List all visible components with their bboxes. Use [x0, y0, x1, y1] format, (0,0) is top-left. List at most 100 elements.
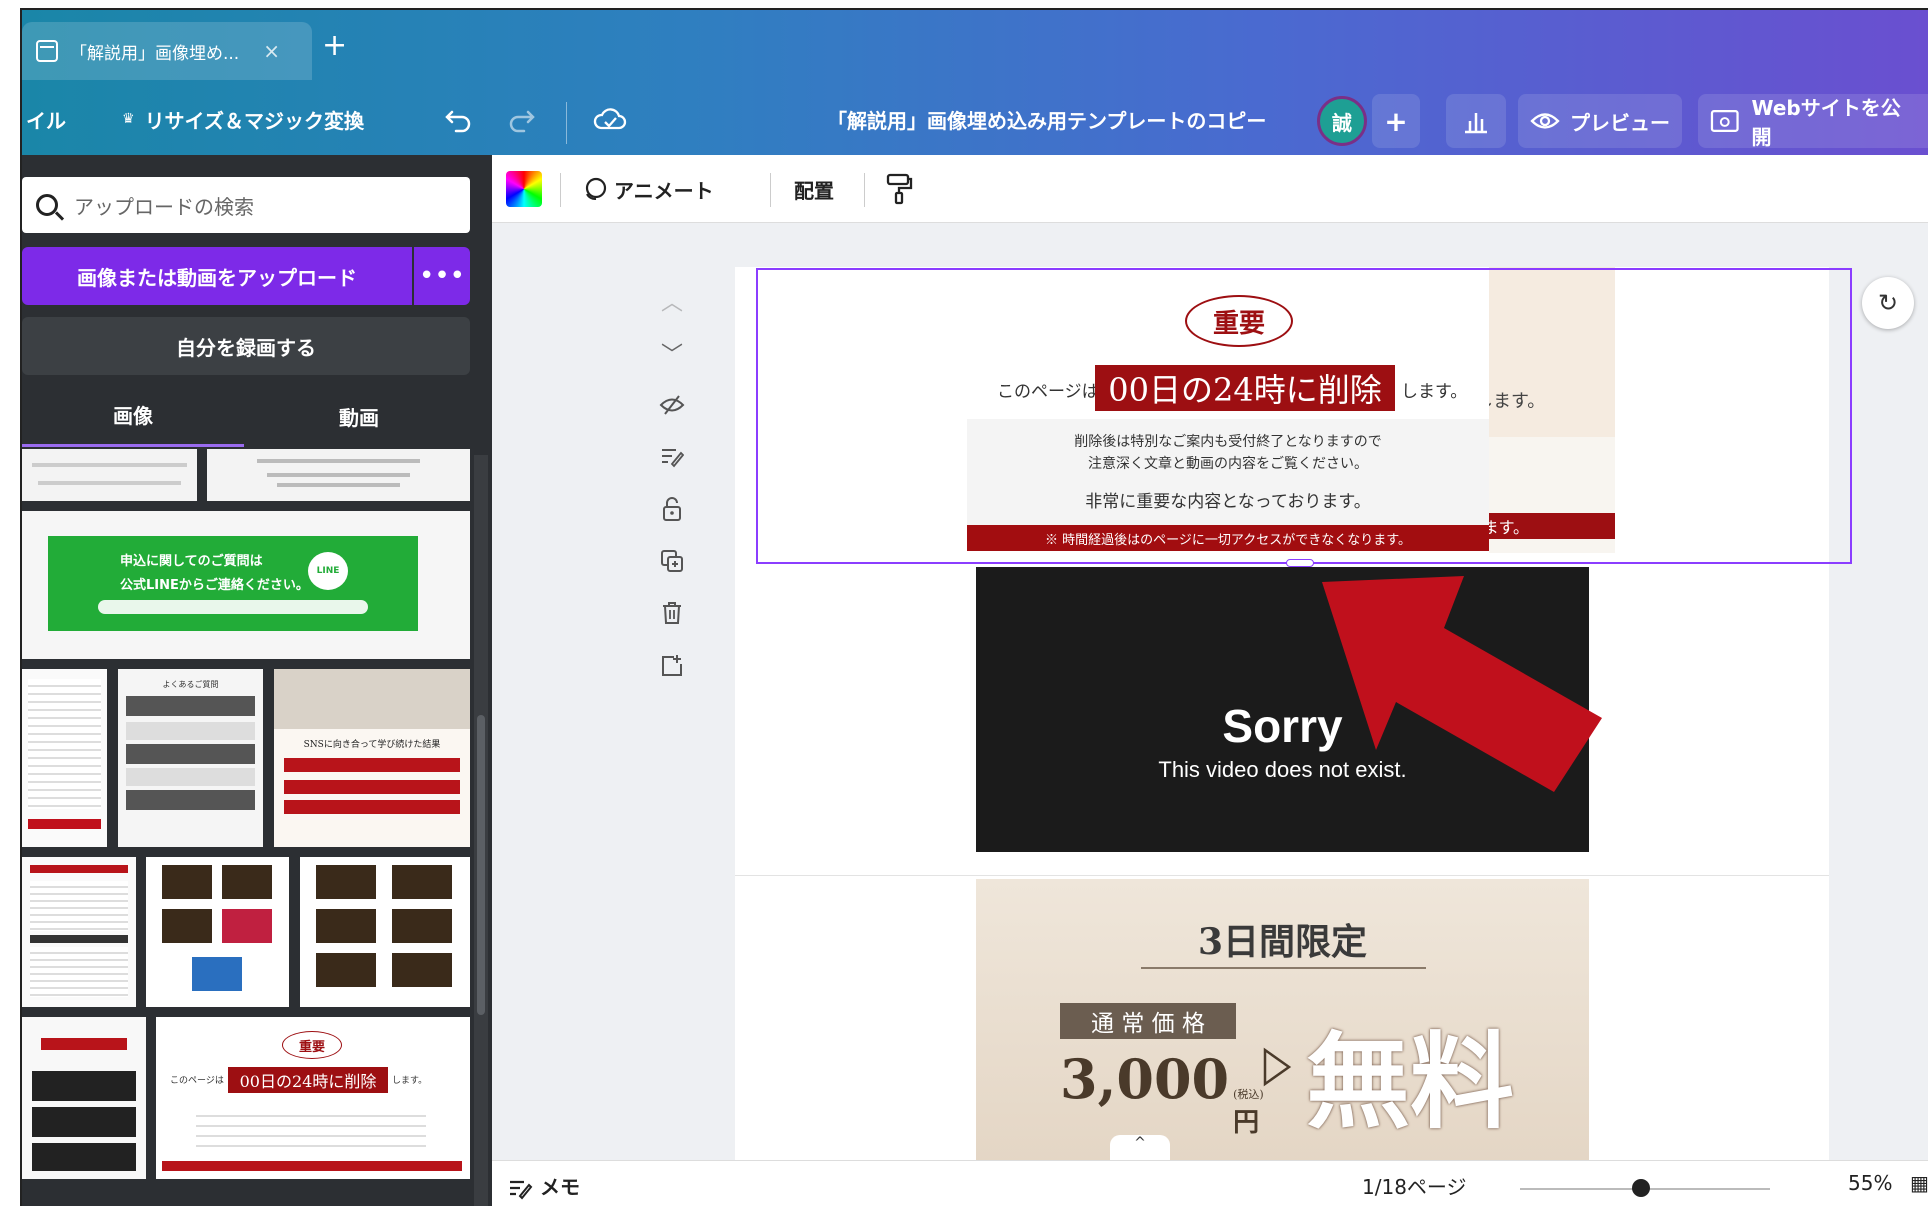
- uploaded-thumbnail[interactable]: [207, 449, 470, 501]
- page-divider: [735, 875, 1829, 876]
- file-menu[interactable]: イル: [26, 86, 66, 152]
- animate-icon: [585, 177, 607, 201]
- notes-button[interactable]: メモ: [508, 1171, 580, 1200]
- uploaded-thumbnail[interactable]: SNSに向き合って学び続けた結果: [274, 669, 470, 847]
- design-title[interactable]: 「解説用」画像埋め込み用テンプレートのコピー: [827, 86, 1266, 152]
- eye-icon: [1530, 113, 1560, 129]
- regenerate-icon[interactable]: ↻: [1862, 277, 1914, 329]
- app-window: 「解説用」画像埋め... × + イル ♛ リサイズ＆マジック変換 「解説用」画…: [20, 8, 1928, 1206]
- uploaded-thumbnail[interactable]: [22, 1017, 146, 1179]
- important-notice-image[interactable]: 重要 このページは 00日の24時に削除 します。 削除後は特別なご案内も受付終…: [967, 267, 1489, 553]
- price-offer-image[interactable]: 3日間限定 通 常 価 格 3,000 (税込) 円 無料: [976, 879, 1589, 1162]
- add-collaborator-button[interactable]: +: [1372, 94, 1420, 148]
- resize-button[interactable]: ♛ リサイズ＆マジック変換: [122, 86, 364, 152]
- uploaded-thumbnail[interactable]: よくあるご質問: [118, 669, 263, 847]
- notes-icon: [510, 1180, 533, 1199]
- preview-label: プレビュー: [1570, 110, 1670, 135]
- line-banner-text-2: 公式LINEからご連絡ください。: [120, 578, 309, 593]
- animate-label: アニメート: [614, 178, 714, 203]
- duplicate-page-icon[interactable]: [652, 535, 692, 587]
- record-yourself-button[interactable]: 自分を録画する: [22, 317, 470, 375]
- thumb-suffix: します。: [392, 1076, 428, 1086]
- avatar[interactable]: 誠: [1317, 96, 1367, 146]
- uploaded-thumbnail[interactable]: [22, 857, 136, 1007]
- notice-red-bar: ※ 時間経過後はのページに一切アクセスができなくなります。: [967, 525, 1489, 551]
- tab-videos[interactable]: 動画: [248, 385, 470, 447]
- upload-media-button[interactable]: 画像または動画をアップロード: [22, 247, 412, 305]
- suffix-text: します。: [1401, 382, 1468, 402]
- crown-icon: ♛: [122, 111, 135, 127]
- uploaded-thumbnail[interactable]: [146, 857, 289, 1007]
- cloud-save-icon[interactable]: [592, 86, 628, 152]
- notice-body: 削除後は特別なご案内も受付終了となりますので 注意深く文章と動画の内容をご覧くだ…: [967, 419, 1489, 525]
- copy-style-icon[interactable]: [884, 155, 914, 223]
- zoom-slider-knob[interactable]: [1632, 1179, 1650, 1197]
- regular-price: 3,000 (税込) 円: [1060, 1047, 1264, 1139]
- tab-close-icon[interactable]: ×: [263, 39, 280, 63]
- page-indicator[interactable]: 1/18ページ: [1362, 1171, 1467, 1200]
- bar-chart-icon: [1465, 113, 1487, 134]
- new-tab-button[interactable]: +: [322, 28, 347, 63]
- notes-label: メモ: [540, 1175, 580, 1199]
- grid-view-icon[interactable]: ▦: [1910, 1171, 1928, 1195]
- uploaded-thumbnail[interactable]: [22, 669, 107, 847]
- annotation-arrow: [1322, 576, 1602, 792]
- publish-label: Webサイトを公開: [1751, 96, 1901, 149]
- hide-page-icon[interactable]: [652, 379, 692, 431]
- page-icon: [36, 40, 58, 62]
- uploads-panel: アップロードの検索 画像または動画をアップロード ••• 自分を録画する 画像 …: [22, 155, 492, 1206]
- add-page-icon[interactable]: [652, 639, 692, 691]
- play-arrow-icon: [1263, 1047, 1292, 1087]
- expand-pages-handle[interactable]: ^: [1110, 1135, 1170, 1161]
- line-banner-text-1: 申込に関してのご質問は: [120, 554, 263, 569]
- uploaded-thumbnail-important[interactable]: 重要 このページは 00日の24時に削除 します。: [156, 1017, 470, 1179]
- resize-label: リサイズ＆マジック変換: [144, 108, 364, 133]
- uploaded-thumbnail[interactable]: 申込に関してのご質問は 公式LINEからご連絡ください。 LINE: [22, 511, 470, 659]
- notice-line-3: 非常に重要な内容となっております。: [1085, 492, 1371, 512]
- toolbar-divider: [566, 102, 567, 144]
- editor-main: アニメート 配置 ︿ ﹀ ↻ します。 ます。 重要 このページは 00日の24…: [492, 155, 1928, 1206]
- redo-icon[interactable]: [506, 86, 538, 152]
- uploaded-thumbnail[interactable]: [22, 449, 197, 501]
- screenshot-root: 「解説用」画像埋め... × + イル ♛ リサイズ＆マジック変換 「解説用」画…: [0, 0, 1928, 1206]
- editor-footer: メモ 1/18ページ 55% ▦: [492, 1160, 1928, 1206]
- chevron-up-icon[interactable]: ︿: [652, 275, 692, 327]
- browser-tab[interactable]: 「解説用」画像埋め... ×: [22, 22, 312, 80]
- color-picker-swatch[interactable]: [506, 171, 542, 207]
- browser-tab-bar: 「解説用」画像埋め... × +: [22, 10, 1928, 80]
- uploaded-thumbnail[interactable]: [300, 857, 470, 1007]
- insights-button[interactable]: [1446, 94, 1506, 148]
- upload-more-button[interactable]: •••: [414, 247, 470, 305]
- preview-button[interactable]: プレビュー: [1518, 94, 1682, 148]
- trash-icon[interactable]: [652, 587, 692, 639]
- this-page-text: このページは: [997, 382, 1099, 402]
- animate-button[interactable]: アニメート: [582, 155, 714, 223]
- important-badge: 重要: [1185, 295, 1293, 347]
- context-toolbar: アニメート 配置: [492, 155, 1928, 223]
- thumb-page-prefix: このページは: [170, 1076, 224, 1086]
- search-placeholder: アップロードの検索: [74, 194, 254, 219]
- faq-title: よくあるご質問: [162, 680, 219, 689]
- divider: [560, 173, 561, 207]
- website-icon: [1710, 110, 1739, 132]
- line-banner: 申込に関してのご質問は 公式LINEからご連絡ください。 LINE: [48, 536, 418, 631]
- uploaded-images-grid: 申込に関してのご質問は 公式LINEからご連絡ください。 LINE よくあるご質…: [22, 449, 470, 1206]
- position-button[interactable]: 配置: [794, 155, 834, 223]
- tab-title: 「解説用」画像埋め...: [70, 43, 240, 64]
- design-canvas[interactable]: します。 ます。 重要 このページは 00日の24時に削除 します。 削除後は特…: [735, 267, 1829, 1162]
- chevron-down-icon[interactable]: ﹀: [652, 327, 692, 379]
- divider: [864, 173, 865, 207]
- tab-images[interactable]: 画像: [22, 385, 244, 447]
- search-icon: [36, 194, 58, 216]
- publish-website-button[interactable]: Webサイトを公開: [1698, 94, 1928, 149]
- resize-handle[interactable]: [1286, 559, 1314, 567]
- sidebar-scroll-thumb[interactable]: [477, 715, 485, 1015]
- search-input[interactable]: アップロードの検索: [22, 177, 470, 233]
- undo-icon[interactable]: [442, 86, 474, 152]
- notice-line-2: 注意深く文章と動画の内容をご覧ください。: [1088, 456, 1368, 472]
- lock-icon[interactable]: [652, 483, 692, 535]
- add-notes-icon[interactable]: [652, 431, 692, 483]
- page-actions-rail: ︿ ﹀: [652, 275, 692, 691]
- zoom-level[interactable]: 55%: [1848, 1171, 1892, 1195]
- limited-title: 3日間限定: [1197, 921, 1368, 963]
